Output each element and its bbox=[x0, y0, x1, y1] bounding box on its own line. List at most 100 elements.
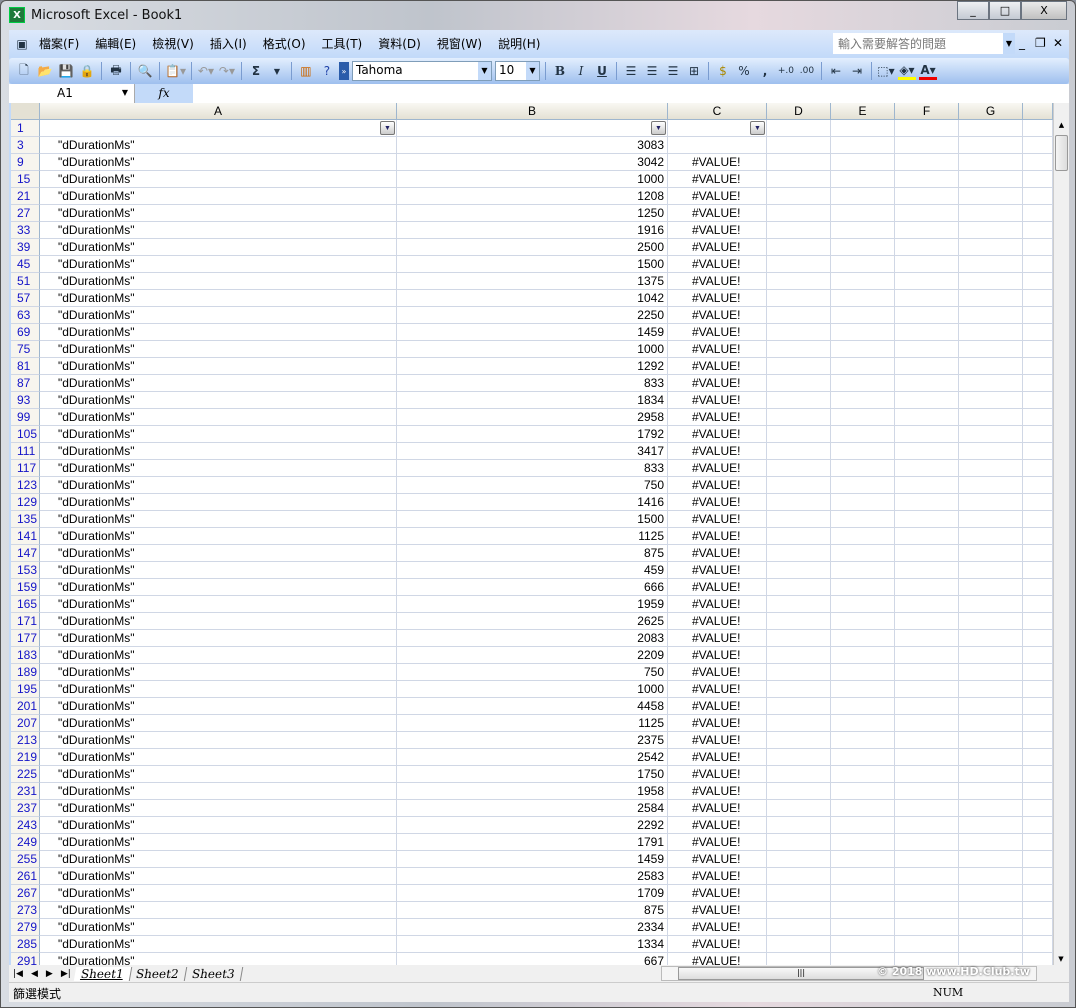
decrease-indent-icon[interactable]: ⇤ bbox=[827, 62, 845, 80]
cell[interactable] bbox=[895, 460, 959, 477]
cell[interactable]: #VALUE! bbox=[668, 868, 767, 885]
cell[interactable] bbox=[895, 222, 959, 239]
cell[interactable]: 2209 bbox=[397, 647, 668, 664]
prev-sheet-icon[interactable]: ◀ bbox=[27, 969, 42, 979]
cell[interactable]: #VALUE! bbox=[668, 222, 767, 239]
cell[interactable]: "dDurationMs" bbox=[40, 307, 397, 324]
cell[interactable]: "dDurationMs" bbox=[40, 324, 397, 341]
row-header[interactable]: 75 bbox=[11, 341, 40, 358]
row-header[interactable]: 177 bbox=[11, 630, 40, 647]
cell[interactable] bbox=[831, 375, 895, 392]
row-header[interactable]: 225 bbox=[11, 766, 40, 783]
cell[interactable] bbox=[1023, 188, 1053, 205]
cell[interactable] bbox=[895, 239, 959, 256]
save-icon[interactable]: 💾 bbox=[57, 62, 75, 80]
doc-close-icon[interactable]: ✕ bbox=[1053, 36, 1063, 50]
cell[interactable] bbox=[767, 545, 831, 562]
cell[interactable] bbox=[831, 562, 895, 579]
row-header[interactable]: 9 bbox=[11, 154, 40, 171]
increase-decimal-button[interactable]: +.0 bbox=[777, 62, 795, 80]
cell[interactable] bbox=[831, 919, 895, 936]
row-header[interactable]: 15 bbox=[11, 171, 40, 188]
cell[interactable] bbox=[959, 545, 1023, 562]
cell[interactable] bbox=[767, 919, 831, 936]
cell[interactable] bbox=[831, 443, 895, 460]
row-header[interactable]: 171 bbox=[11, 613, 40, 630]
cell[interactable] bbox=[959, 273, 1023, 290]
cell[interactable] bbox=[1023, 120, 1053, 137]
align-center-icon[interactable]: ☰ bbox=[643, 62, 661, 80]
cell[interactable] bbox=[959, 919, 1023, 936]
row-header[interactable]: 27 bbox=[11, 205, 40, 222]
cell[interactable] bbox=[767, 222, 831, 239]
cell[interactable]: "dDurationMs" bbox=[40, 936, 397, 953]
cell[interactable] bbox=[959, 834, 1023, 851]
cell[interactable] bbox=[831, 239, 895, 256]
cell[interactable]: "dDurationMs" bbox=[40, 409, 397, 426]
cell[interactable]: 1125 bbox=[397, 528, 668, 545]
cell[interactable] bbox=[1023, 647, 1053, 664]
cell[interactable]: "dDurationMs" bbox=[40, 477, 397, 494]
cell[interactable]: "dDurationMs" bbox=[40, 341, 397, 358]
cell[interactable] bbox=[767, 290, 831, 307]
sheet-tab-2[interactable]: Sheet2 bbox=[129, 966, 188, 981]
cell[interactable] bbox=[959, 902, 1023, 919]
row-header[interactable]: 123 bbox=[11, 477, 40, 494]
row-header[interactable]: 261 bbox=[11, 868, 40, 885]
cell[interactable] bbox=[831, 494, 895, 511]
cell[interactable]: "dDurationMs" bbox=[40, 426, 397, 443]
cell[interactable] bbox=[767, 647, 831, 664]
chevron-down-icon[interactable]: ▼ bbox=[122, 84, 128, 102]
cell[interactable] bbox=[895, 732, 959, 749]
cell[interactable] bbox=[1023, 749, 1053, 766]
cell[interactable] bbox=[767, 154, 831, 171]
cell[interactable] bbox=[1023, 885, 1053, 902]
cell[interactable] bbox=[767, 528, 831, 545]
row-header[interactable]: 69 bbox=[11, 324, 40, 341]
cell[interactable]: 2375 bbox=[397, 732, 668, 749]
cell[interactable] bbox=[831, 902, 895, 919]
cell[interactable]: 2958 bbox=[397, 409, 668, 426]
cell[interactable]: #VALUE! bbox=[668, 749, 767, 766]
decrease-decimal-button[interactable]: .00 bbox=[798, 62, 816, 80]
cell[interactable] bbox=[895, 681, 959, 698]
cell[interactable] bbox=[1023, 256, 1053, 273]
cell[interactable]: 3042 bbox=[397, 154, 668, 171]
cell[interactable] bbox=[831, 341, 895, 358]
cell[interactable]: #VALUE! bbox=[668, 817, 767, 834]
cell[interactable]: #VALUE! bbox=[668, 324, 767, 341]
cell[interactable] bbox=[767, 239, 831, 256]
cell[interactable] bbox=[831, 205, 895, 222]
font-color-icon[interactable]: A▾ bbox=[918, 62, 937, 80]
cell[interactable] bbox=[1023, 154, 1053, 171]
menu-item-3[interactable]: 插入(I) bbox=[202, 35, 255, 52]
cell[interactable] bbox=[959, 885, 1023, 902]
cell[interactable] bbox=[959, 409, 1023, 426]
row-header[interactable]: 291 bbox=[11, 953, 40, 965]
cell[interactable] bbox=[767, 392, 831, 409]
cell[interactable] bbox=[831, 154, 895, 171]
menu-item-6[interactable]: 資料(D) bbox=[370, 35, 429, 52]
cell[interactable] bbox=[767, 817, 831, 834]
cell[interactable]: 2083 bbox=[397, 630, 668, 647]
open-icon[interactable]: 📂 bbox=[36, 62, 54, 80]
new-icon[interactable]: 🗋 bbox=[15, 62, 33, 80]
cell[interactable] bbox=[1023, 817, 1053, 834]
cell[interactable]: "dDurationMs" bbox=[40, 137, 397, 154]
menu-item-2[interactable]: 檢視(V) bbox=[144, 35, 202, 52]
cell[interactable]: "dDurationMs" bbox=[40, 851, 397, 868]
cell[interactable] bbox=[767, 885, 831, 902]
cell[interactable] bbox=[767, 851, 831, 868]
minimize-button[interactable]: _ bbox=[957, 1, 989, 20]
cell[interactable] bbox=[959, 205, 1023, 222]
row-header[interactable]: 33 bbox=[11, 222, 40, 239]
cell[interactable] bbox=[767, 953, 831, 965]
cell[interactable]: ▼ bbox=[668, 120, 767, 137]
cell[interactable] bbox=[1023, 698, 1053, 715]
column-header-D[interactable]: D bbox=[767, 103, 831, 120]
cell[interactable] bbox=[767, 579, 831, 596]
cell[interactable] bbox=[767, 511, 831, 528]
cell[interactable] bbox=[1023, 715, 1053, 732]
cell[interactable]: 1208 bbox=[397, 188, 668, 205]
cell[interactable] bbox=[959, 851, 1023, 868]
